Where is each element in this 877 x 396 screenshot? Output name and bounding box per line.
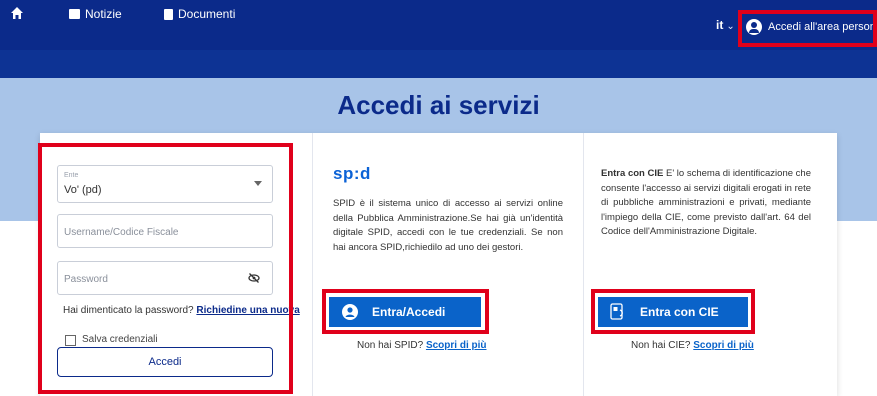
- cie-note: Non hai CIE? Scopri di più: [631, 340, 754, 351]
- spid-note: Non hai SPID? Scopri di più: [357, 340, 487, 351]
- cie-button-label: Entra con CIE: [640, 305, 719, 319]
- main-navbar: [0, 50, 877, 78]
- login-button[interactable]: Accedi: [57, 347, 273, 377]
- password-placeholder: Password: [64, 274, 108, 285]
- forgot-password: Hai dimenticato la password? Richiedine …: [63, 305, 300, 316]
- forgot-text: Hai dimenticato la password?: [63, 305, 194, 316]
- spid-login-button[interactable]: Entra/Accedi: [329, 297, 481, 327]
- spid-user-icon: [342, 304, 358, 320]
- document-icon: [164, 8, 173, 20]
- ente-label: Ente: [64, 172, 79, 179]
- cie-login-button[interactable]: Entra con CIE: [598, 297, 748, 327]
- newspaper-icon: [69, 9, 80, 19]
- spid-learn-more-link[interactable]: Scopri di più: [426, 340, 487, 351]
- language-selector[interactable]: it ⌄: [716, 18, 735, 32]
- spid-logo: sp:d: [333, 164, 371, 183]
- personal-area-link[interactable]: Accedi all'area personale: [740, 10, 877, 44]
- language-label: it: [716, 18, 724, 32]
- cie-learn-more-link[interactable]: Scopri di più: [693, 340, 754, 351]
- cie-note-text: Non hai CIE?: [631, 340, 691, 351]
- spid-description: SPID è il sistema unico di accesso ai se…: [333, 198, 563, 253]
- user-icon: [746, 19, 762, 35]
- spid-button-label: Entra/Accedi: [372, 305, 446, 319]
- username-field[interactable]: Username/Codice Fiscale: [57, 214, 273, 248]
- remember-label: Salva credenziali: [82, 334, 158, 345]
- cie-description: Entra con CIE E' lo schema di identifica…: [601, 167, 811, 240]
- nav-item-notizie[interactable]: Notizie: [69, 7, 122, 21]
- ente-value: Vo' (pd): [64, 184, 102, 196]
- nav-item-label: Notizie: [85, 7, 122, 21]
- home-icon[interactable]: [10, 6, 24, 20]
- ente-select[interactable]: Ente Vo' (pd): [57, 165, 273, 203]
- page-title: Accedi ai servizi: [337, 90, 540, 120]
- nav-item-label: Documenti: [178, 7, 236, 21]
- chevron-down-icon: ⌄: [726, 21, 735, 32]
- password-field[interactable]: Password: [57, 261, 273, 295]
- username-placeholder: Username/Codice Fiscale: [64, 227, 179, 238]
- cie-card-icon: [610, 303, 623, 320]
- spid-note-text: Non hai SPID?: [357, 340, 424, 351]
- eye-slash-icon[interactable]: [248, 272, 260, 284]
- remember-checkbox[interactable]: [65, 335, 76, 346]
- column-divider: [583, 133, 584, 396]
- personal-area-label: Accedi all'area personale: [768, 21, 877, 33]
- caret-down-icon: [254, 181, 262, 186]
- forgot-password-link[interactable]: Richiedine una nuova: [196, 305, 299, 316]
- column-divider: [312, 133, 313, 396]
- nav-item-documenti[interactable]: Documenti: [164, 7, 235, 21]
- cie-description-title: Entra con CIE: [601, 168, 664, 179]
